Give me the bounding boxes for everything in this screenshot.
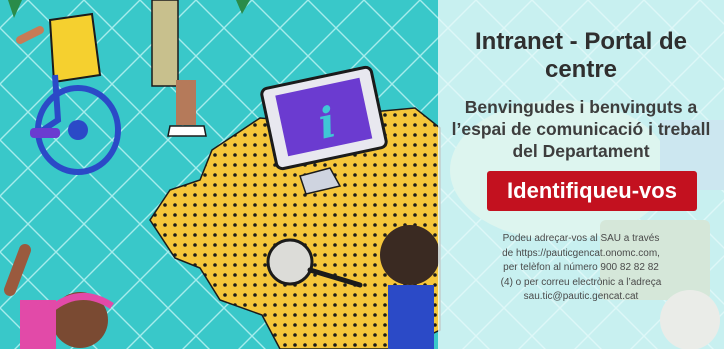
login-panel: Intranet - Portal de centre Benvingudes … [438, 0, 724, 349]
portal-title: Intranet - Portal de centre [474, 28, 688, 83]
sau-link[interactable]: https://pauticgencat.onomc.com [516, 248, 657, 259]
login-button[interactable]: Identifiqueu-vos [487, 171, 697, 211]
welcome-message: Benvingudes i benvinguts a l’espai de co… [451, 97, 711, 161]
help-text: Podeu adreçar-vos al SAU a través de htt… [438, 232, 724, 305]
